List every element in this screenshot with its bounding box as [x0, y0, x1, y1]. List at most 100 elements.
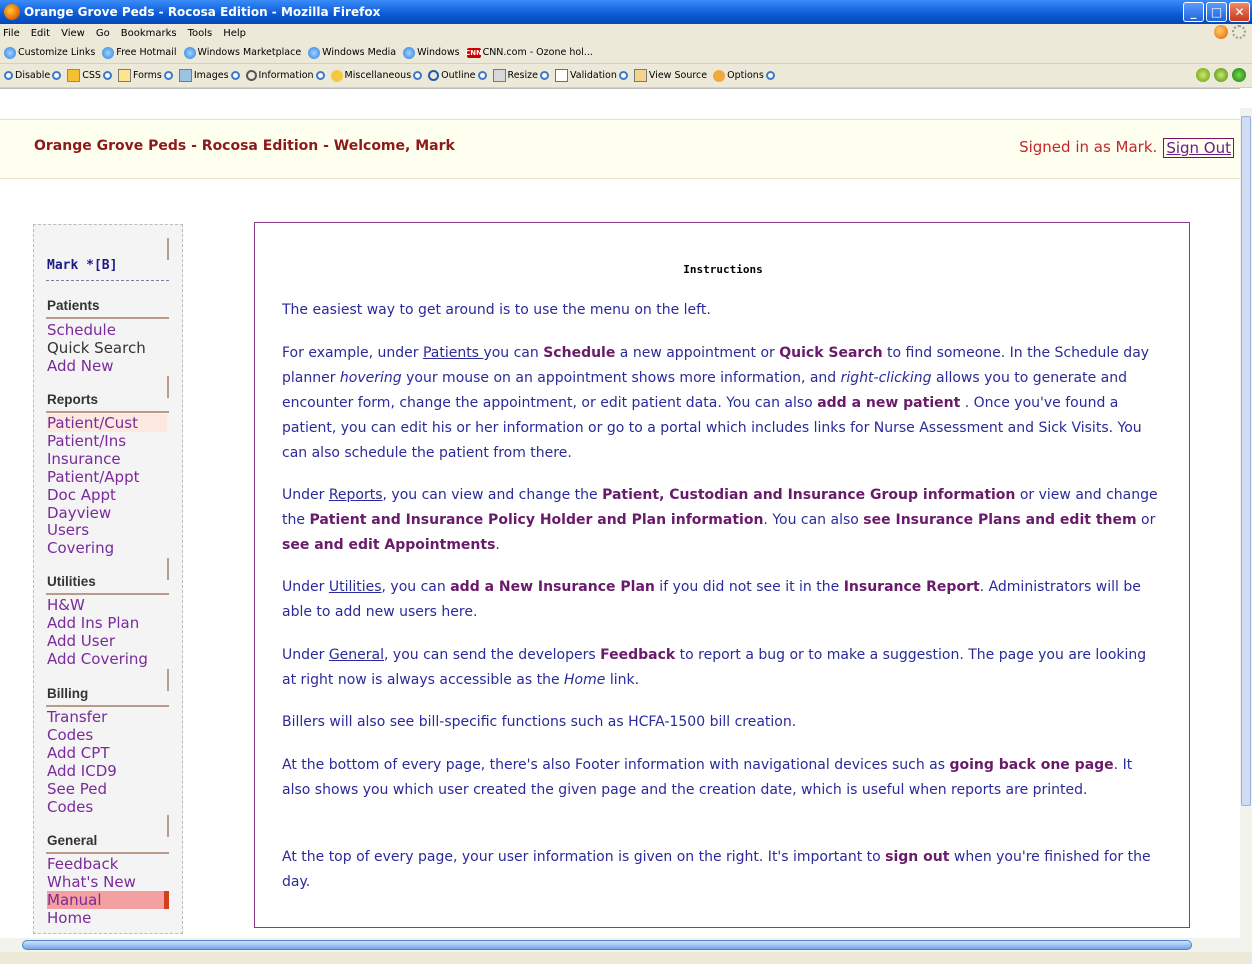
- menu-go[interactable]: Go: [96, 28, 110, 39]
- sidebar-item-see-ped-codes[interactable]: Codes: [47, 798, 93, 816]
- dev-validation[interactable]: Validation: [554, 69, 628, 82]
- css-status-icon[interactable]: [1196, 68, 1210, 82]
- sign-out-link[interactable]: Sign Out: [1163, 138, 1234, 158]
- dev-resize[interactable]: Resize: [492, 69, 549, 82]
- dev-view-source[interactable]: View Source: [633, 69, 707, 82]
- reports-link[interactable]: Reports: [329, 487, 383, 503]
- dropdown-icon: [765, 71, 775, 80]
- paragraph-8: At the top of every page, your user info…: [282, 845, 1162, 895]
- bookmark-free-hotmail[interactable]: Free Hotmail: [102, 46, 177, 59]
- bookmark-cnn[interactable]: CNN CNN.com - Ozone hol...: [465, 47, 593, 58]
- sidebar-item-feedback[interactable]: Feedback: [47, 855, 118, 873]
- scroll-thumb[interactable]: [1241, 116, 1251, 806]
- sidebar-item-patient-cust[interactable]: Patient/Cust: [47, 414, 167, 432]
- sidebar-item-add-ins-plan[interactable]: Add Ins Plan: [47, 614, 139, 632]
- patients-link[interactable]: Patients: [423, 345, 484, 361]
- sidebar-item-whats-new[interactable]: What's New: [47, 873, 136, 891]
- dev-disable[interactable]: Disable: [4, 70, 62, 81]
- paragraph-6: Billers will also see bill-specific func…: [282, 714, 797, 730]
- bookmark-customize-links[interactable]: Customize Links: [4, 46, 95, 59]
- section-reports: Reports: [47, 392, 99, 407]
- paragraph-5: Under General, you can send the develope…: [282, 643, 1162, 693]
- menu-help[interactable]: Help: [223, 28, 246, 39]
- dropdown-icon: [477, 71, 487, 80]
- bookmark-label: CNN.com - Ozone hol...: [482, 47, 593, 58]
- dev-miscellaneous[interactable]: Miscellaneous: [330, 69, 423, 82]
- dev-label: Options: [727, 70, 764, 81]
- sidebar-item-add-icd9[interactable]: Add ICD9: [47, 762, 117, 780]
- text: At the top of every page, your user info…: [282, 849, 886, 865]
- sidebar-item-add-new[interactable]: Add New: [47, 357, 114, 375]
- utilities-link[interactable]: Utilities: [329, 579, 382, 595]
- sidebar-item-patient-ins[interactable]: Patient/Ins: [47, 432, 126, 450]
- disable-icon: [4, 71, 13, 80]
- menu-tools[interactable]: Tools: [188, 28, 213, 39]
- bookmark-label: Free Hotmail: [116, 47, 177, 58]
- bookmark-label: Windows Marketplace: [197, 47, 302, 58]
- horizontal-scrollbar[interactable]: [0, 938, 1252, 952]
- bulb-icon: [308, 46, 321, 59]
- dev-options[interactable]: Options: [713, 69, 775, 82]
- update-icon[interactable]: [1214, 25, 1228, 39]
- text: .: [495, 537, 500, 553]
- bookmark-label: Windows: [417, 47, 460, 58]
- question-icon: [330, 69, 343, 82]
- html-status-icon[interactable]: [1214, 68, 1228, 82]
- signed-in-text: Signed in as Mark.: [1019, 138, 1158, 156]
- dev-label: CSS: [82, 70, 101, 81]
- emphasis: Quick Search: [779, 345, 883, 361]
- dropdown-icon: [618, 71, 628, 80]
- emphasis: Schedule: [543, 345, 616, 361]
- sidebar-item-manual[interactable]: Manual: [47, 891, 167, 909]
- vertical-scrollbar[interactable]: [1240, 108, 1252, 940]
- dev-forms[interactable]: Forms: [117, 69, 173, 82]
- menu-edit[interactable]: Edit: [31, 28, 50, 39]
- sidebar-item-add-user[interactable]: Add User: [47, 632, 115, 650]
- close-button[interactable]: ✕: [1229, 2, 1250, 22]
- sidebar-item-quick-search[interactable]: Quick Search: [47, 339, 146, 357]
- text: , you can: [381, 579, 451, 595]
- text: or: [1136, 512, 1156, 528]
- bookmark-windows[interactable]: Windows: [403, 46, 460, 59]
- text: your mouse on an appointment shows more …: [401, 370, 841, 386]
- gear-icon: [713, 69, 726, 82]
- sidebar-item-patient-appt[interactable]: Patient/Appt: [47, 468, 139, 486]
- section-patients: Patients: [47, 298, 100, 313]
- minimize-button[interactable]: _: [1183, 2, 1204, 22]
- dev-outline[interactable]: Outline: [428, 70, 487, 81]
- sidebar-item-insurance[interactable]: Insurance: [47, 450, 121, 468]
- sidebar-item-covering[interactable]: Covering: [47, 539, 114, 557]
- text: For example, under: [282, 345, 423, 361]
- sidebar-item-add-cpt[interactable]: Add CPT: [47, 744, 110, 762]
- dropdown-icon: [163, 71, 173, 80]
- dropdown-icon: [230, 71, 240, 80]
- dev-information[interactable]: Information: [245, 70, 325, 81]
- sidebar-item-home[interactable]: Home: [47, 909, 91, 927]
- menu-bookmarks[interactable]: Bookmarks: [121, 28, 177, 39]
- sidebar-item-codes[interactable]: Codes: [47, 726, 93, 744]
- section-general: General: [47, 833, 98, 848]
- menu-view[interactable]: View: [61, 28, 85, 39]
- scroll-thumb[interactable]: [22, 940, 1192, 950]
- sidebar-item-transfer[interactable]: Transfer: [47, 708, 107, 726]
- text: At the bottom of every page, there's als…: [282, 757, 950, 773]
- dev-css[interactable]: CSS: [67, 69, 112, 82]
- js-status-icon[interactable]: [1232, 68, 1246, 82]
- sidebar-item-dayview[interactable]: Dayview: [47, 504, 111, 522]
- emphasis: Home: [564, 672, 606, 688]
- menu-file[interactable]: File: [3, 28, 20, 39]
- sidebar-item-see-ped[interactable]: See Ped: [47, 780, 107, 798]
- general-link[interactable]: General: [329, 647, 384, 663]
- browser-throbber: [1214, 25, 1246, 39]
- bookmark-windows-media[interactable]: Windows Media: [308, 46, 396, 59]
- sidebar-item-doc-appt[interactable]: Doc Appt: [47, 486, 116, 504]
- dev-images[interactable]: Images: [178, 69, 240, 82]
- bookmark-windows-marketplace[interactable]: Windows Marketplace: [183, 46, 302, 59]
- sidebar-item-schedule[interactable]: Schedule: [47, 321, 116, 339]
- sidebar-item-users[interactable]: Users: [47, 521, 89, 539]
- maximize-button[interactable]: □: [1206, 2, 1227, 22]
- sidebar-item-h-and-w[interactable]: H&W: [47, 596, 85, 614]
- instructions-panel: Instructions The easiest way to get arou…: [254, 222, 1190, 928]
- divider: [46, 705, 169, 707]
- sidebar-item-add-covering[interactable]: Add Covering: [47, 650, 148, 668]
